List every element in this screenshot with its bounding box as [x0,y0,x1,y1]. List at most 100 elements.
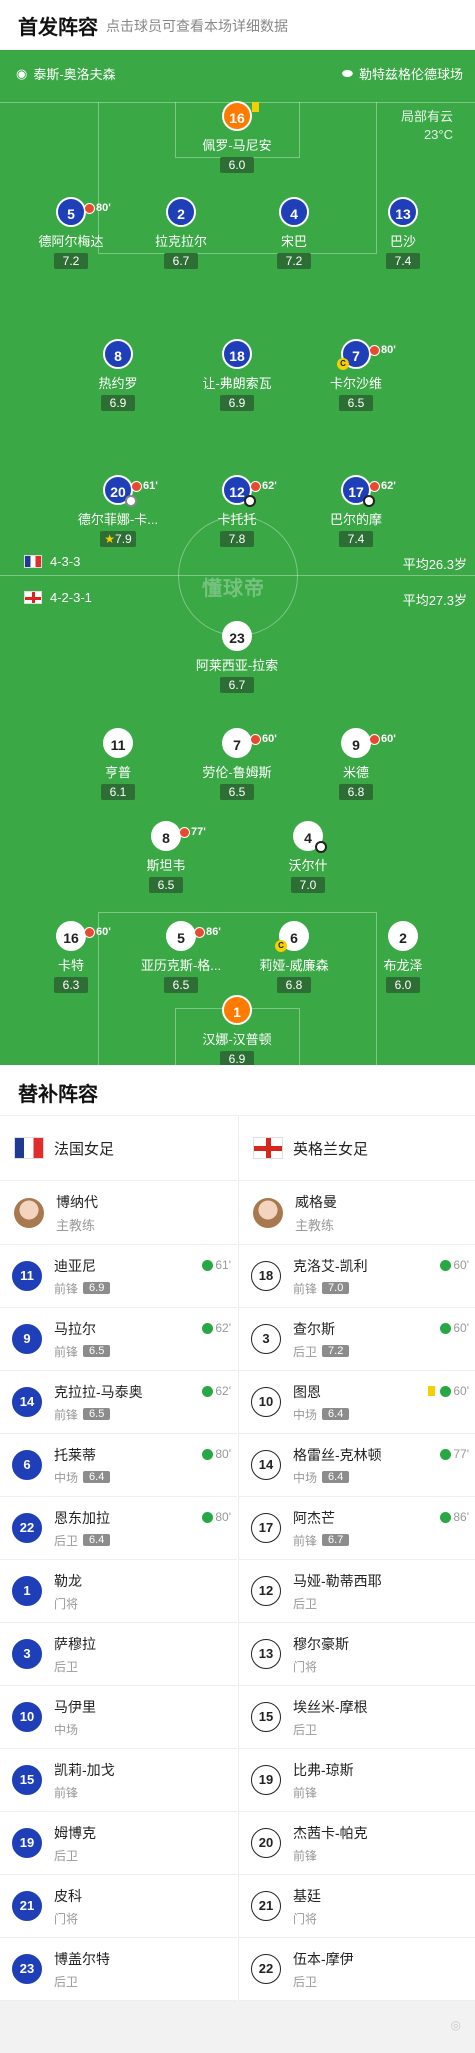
sub-player-row[interactable]: 22 伍本-摩伊 后卫 [239,1938,475,2001]
sub-on-tag: 80' [202,1447,231,1461]
player-rating: 7.8 [220,531,254,547]
team-b-subs: 英格兰女足 威格曼 主教练 18 克洛艾-凯利 前锋 7.0 60' 3 查尔斯 后卫 7.2 6… [238,1115,475,2001]
sub-player-position: 门将 [54,1911,79,1926]
sub-player-row[interactable]: 9 马拉尔 前锋 6.5 62' [0,1308,237,1371]
pitch-player[interactable]: 7 60' 劳伦-鲁姆斯 6.5 [182,728,292,801]
pitch-player[interactable]: 13 巴沙 7.4 [348,197,458,270]
watermark: 懂球帝 [202,578,265,600]
sub-player-position: 前锋 [293,1848,318,1863]
sub-player-row[interactable]: 22 恩东加拉 后卫 6.4 80' [0,1497,237,1560]
sub-off-tag: 77' [179,817,206,847]
sub-off-icon [250,480,261,492]
team-a-coach[interactable]: 博纳代 主教练 [0,1181,237,1245]
sub-player-number: 18 [251,1261,281,1291]
sub-player-meta: 前锋 6.7 [293,1532,350,1549]
sub-player-row[interactable]: 17 阿杰芒 前锋 6.7 86' [239,1497,475,1560]
team-a-head[interactable]: 法国女足 [0,1115,237,1181]
pitch-player[interactable]: 16 佩罗-马尼安 6.0 [182,101,292,174]
pitch-player[interactable]: 5 86' 亚历克斯-格... 6.5 [126,921,236,994]
sub-player-row[interactable]: 1 勒龙 门将 [0,1560,237,1623]
sub-player-position: 后卫 [293,1344,318,1359]
pitch-player[interactable]: 2 拉克拉尔 6.7 [126,197,236,270]
team-b-head[interactable]: 英格兰女足 [239,1115,475,1181]
sub-player-position: 门将 [293,1659,318,1674]
pitch-player[interactable]: 11 亨普 6.1 [63,728,173,801]
sub-player-rating: 6.9 [83,1282,111,1294]
player-name: 卡尔沙维 [329,376,382,391]
pitch-player[interactable]: 4 宋巴 7.2 [239,197,349,270]
player-number: 12 62' [222,475,277,507]
assist-icon [125,495,137,507]
sub-player-number: 22 [12,1513,42,1543]
player-number: 8 77' [151,821,206,851]
sub-player-name: 马伊里 [54,1698,96,1715]
sub-player-row[interactable]: 19 姆博克 后卫 [0,1812,237,1875]
pitch-player[interactable]: 9 60' 米德 6.8 [301,728,411,801]
sub-player-name: 比弗-琼斯 [293,1761,354,1778]
sub-player-position: 后卫 [54,1533,79,1548]
pitch-player[interactable]: 7 80' C 卡尔沙维 6.5 [301,339,411,412]
sub-player-row[interactable]: 11 迪亚尼 前锋 6.9 61' [0,1245,237,1308]
sub-player-row[interactable]: 19 比弗-琼斯 前锋 [239,1749,475,1812]
sub-player-row[interactable]: 15 埃丝米-摩根 后卫 [239,1686,475,1749]
pitch-player[interactable]: 5 80' 德阿尔梅达 7.2 [16,197,126,270]
pitch-player[interactable]: 16 60' 卡特 6.3 [16,921,126,994]
sub-player-row[interactable]: 18 克洛艾-凯利 前锋 7.0 60' [239,1245,475,1308]
pitch-player[interactable]: 4 沃尔什 7.0 [253,821,363,894]
team-a-formation: 4-3-3 [24,554,80,569]
sub-player-row[interactable]: 14 格雷丝-克林顿 中场 6.4 77' [239,1434,475,1497]
pitch-player[interactable]: 6 C 莉娅-威廉森 6.8 [239,921,349,994]
pitch-player[interactable]: 12 62' 卡托托 7.8 [182,475,292,548]
pitch-player[interactable]: 18 让-弗朗索瓦 6.9 [182,339,292,412]
sub-player-rating: 6.5 [83,1345,111,1357]
pitch-player[interactable]: 1 汉娜-汉普顿 6.9 [182,995,292,1065]
pitch-player[interactable]: 23 阿莱西亚-拉索 6.7 [182,621,292,694]
sub-off-icon [369,480,380,492]
player-number: 16 60' [56,921,111,951]
pitch-player[interactable]: 8 热约罗 6.9 [63,339,173,412]
team-b-coach[interactable]: 威格曼 主教练 [239,1181,475,1245]
sub-player-name: 查尔斯 [293,1320,335,1337]
sub-player-row[interactable]: 13 穆尔豪斯 门将 [239,1623,475,1686]
sub-on-icon [440,1385,452,1397]
pitch-player[interactable]: 2 布龙泽 6.0 [348,921,458,994]
player-number: 18 [222,339,252,369]
player-name: 卡特 [57,958,84,973]
sub-player-row[interactable]: 21 基廷 门将 [239,1875,475,1938]
player-rating: ★7.9 [100,531,136,547]
sub-player-row[interactable]: 23 博盖尔特 后卫 [0,1938,237,2001]
pitch-player[interactable]: 8 77' 斯坦韦 6.5 [111,821,221,894]
sub-player-position: 中场 [54,1470,79,1485]
sub-player-row[interactable]: 10 图恩 中场 6.4 60' [239,1371,475,1434]
sub-player-row[interactable]: 14 克拉拉-马泰奥 前锋 6.5 62' [0,1371,237,1434]
sub-player-meta: 门将 [54,1595,82,1612]
sub-player-meta: 中场 6.4 [293,1406,350,1423]
sub-player-row[interactable]: 21 皮科 门将 [0,1875,237,1938]
player-name: 米德 [342,765,369,780]
player-number: 2 [166,197,196,227]
sub-player-number: 1 [12,1576,42,1606]
pitch: ◉ 泰斯-奥洛夫森 ⬬ 勒特兹格伦德球场 局部有云 23°C 懂球帝 4-3-3… [0,50,475,1065]
lineup-header: 首发阵容 点击球员可查看本场详细数据 [0,0,475,50]
pitch-player[interactable]: 20 61' 德尔菲娜-卡... ★7.9 [63,475,173,548]
sub-player-row[interactable]: 15 凯莉-加戈 前锋 [0,1749,237,1812]
player-name: 布龙泽 [383,958,423,973]
sub-player-row[interactable]: 3 查尔斯 后卫 7.2 60' [239,1308,475,1371]
sub-player-row[interactable]: 10 马伊里 中场 [0,1686,237,1749]
player-rating: 6.9 [220,395,254,411]
logo-icon: ◎ [450,2018,461,2032]
coach-avatar [253,1197,283,1228]
sub-player-number: 3 [12,1639,42,1669]
sub-player-row[interactable]: 6 托莱蒂 中场 6.4 80' [0,1434,237,1497]
sub-player-row[interactable]: 12 马娅-勒蒂西耶 后卫 [239,1560,475,1623]
goal-ball-icon [244,495,256,507]
pitch-player[interactable]: 17 62' 巴尔的摩 7.4 [301,475,411,548]
sub-player-name: 博盖尔特 [54,1950,110,1967]
sub-player-row[interactable]: 3 萨穆拉 后卫 [0,1623,237,1686]
sub-player-name: 凯莉-加戈 [54,1761,115,1778]
sub-player-number: 9 [12,1324,42,1354]
sub-off-tag: 60' [250,724,277,754]
sub-player-row[interactable]: 20 杰茜卡-帕克 前锋 [239,1812,475,1875]
sub-player-rating: 6.4 [322,1408,350,1420]
sub-player-rating: 6.4 [322,1471,350,1483]
